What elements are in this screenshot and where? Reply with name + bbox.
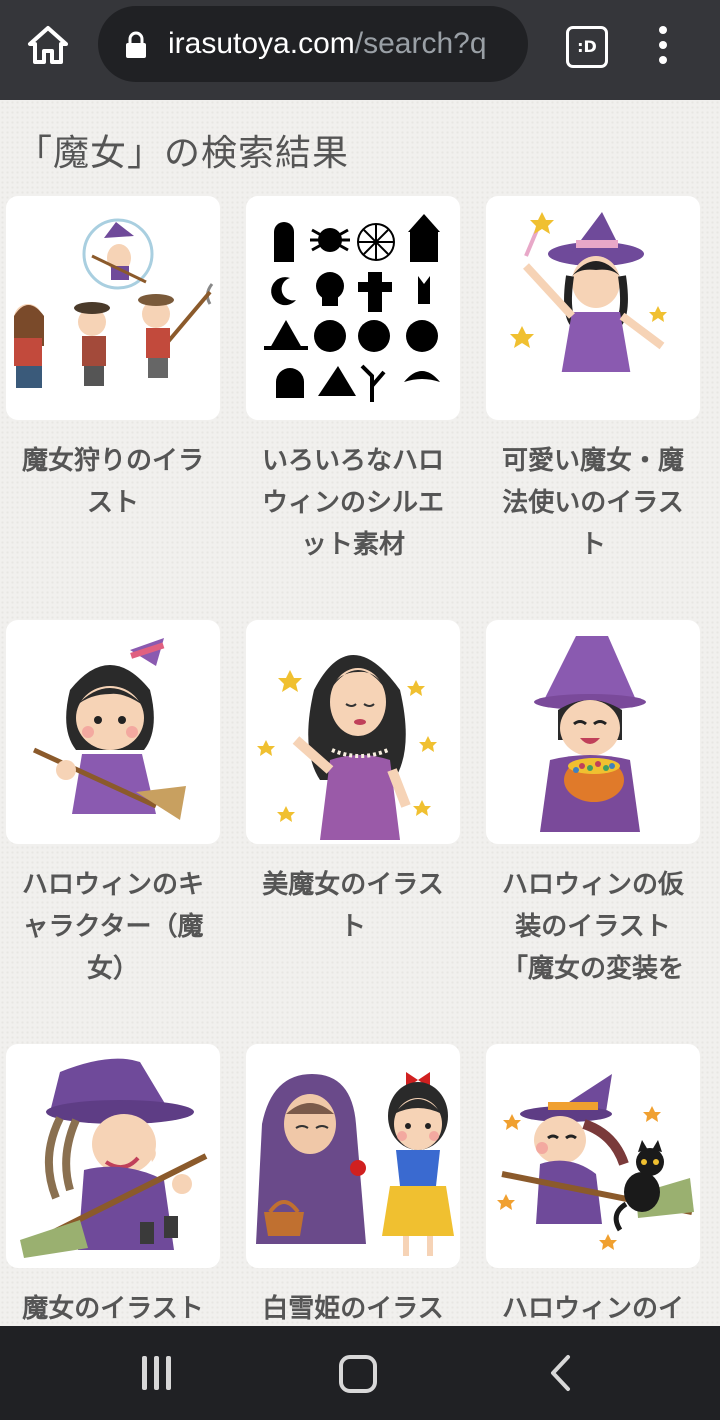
lock-icon [126, 31, 146, 58]
result-caption[interactable]: 魔女狩りのイラ スト [8, 440, 218, 524]
more-vert-icon[interactable] [648, 24, 678, 66]
recent-apps-icon[interactable] [138, 1356, 176, 1390]
result-caption[interactable]: いろいろなハロ ウィンのシルエ ット素材 [248, 440, 458, 566]
tab-switcher-icon[interactable]: :D [566, 26, 608, 68]
result-caption[interactable]: 美魔女のイラス ト [248, 864, 458, 948]
result-caption[interactable]: ハロウィンのキ ャラクター（魔 女） [8, 864, 218, 990]
url-path: /search?q [354, 27, 487, 60]
home-icon[interactable] [24, 22, 72, 70]
result-caption[interactable]: ハロウィンの仮 装のイラスト 「魔女の変装を [488, 864, 698, 990]
back-icon[interactable] [546, 1354, 576, 1392]
page-content: 「魔女」の検索結果 魔女狩りのイラ スト いろいろなハロ ウィンのシルエ ット素… [0, 100, 720, 1326]
url-host: irasutoya.com [168, 27, 355, 60]
halloween-witch-cat-illustration[interactable] [486, 1044, 700, 1268]
browser-toolbar: irasutoya.com/search?q :D [0, 0, 720, 100]
witch-on-broom-illustration[interactable] [6, 1044, 220, 1268]
tab-switcher-label: :D [577, 37, 597, 56]
halloween-silhouettes-illustration[interactable] [246, 196, 460, 420]
system-nav-bar [0, 1326, 720, 1420]
witch-costume-illustration[interactable] [486, 620, 700, 844]
result-caption[interactable]: 魔女のイラスト [8, 1288, 218, 1326]
page-title: 「魔女」の検索結果 [16, 133, 350, 174]
home-circle-icon[interactable] [339, 1355, 377, 1393]
url-text[interactable]: irasutoya.com/search?q [168, 22, 487, 66]
address-bar[interactable]: irasutoya.com/search?q [98, 6, 528, 82]
snow-white-illustration[interactable] [246, 1044, 460, 1268]
result-caption[interactable]: 可愛い魔女・魔 法使いのイラス ト [488, 440, 698, 566]
beautiful-witch-illustration[interactable] [246, 620, 460, 844]
result-caption[interactable]: ハロウィンのイ [488, 1288, 698, 1326]
halloween-witch-character-illustration[interactable] [6, 620, 220, 844]
result-caption[interactable]: 白雪姫のイラス [248, 1288, 458, 1326]
cute-witch-illustration[interactable] [486, 196, 700, 420]
witch-hunt-illustration[interactable] [6, 196, 220, 420]
